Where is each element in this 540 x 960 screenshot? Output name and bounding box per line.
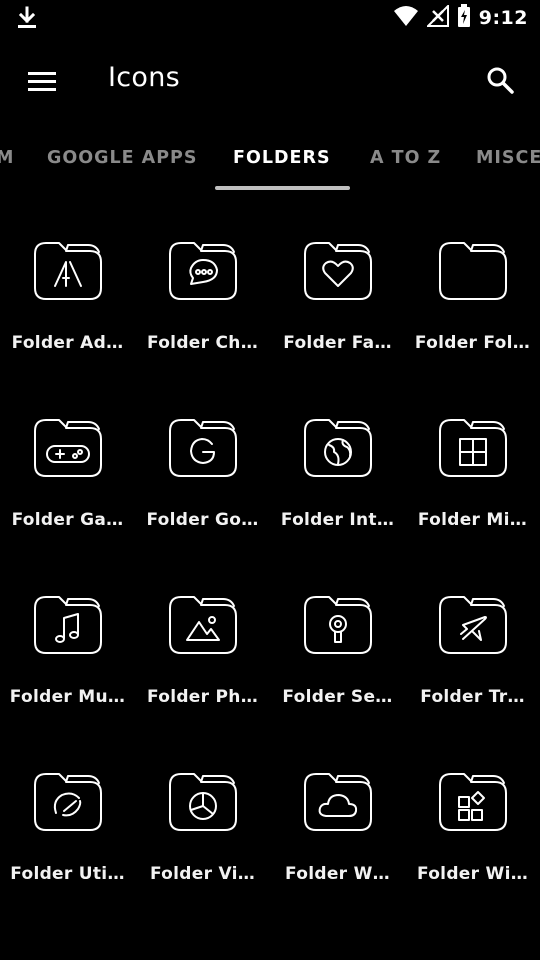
google-icon — [169, 419, 237, 477]
icon-label: Folder Mu… — [9, 687, 126, 707]
status-time: 9:12 — [478, 7, 528, 29]
wifi-icon — [393, 5, 419, 31]
gamepad-icon — [34, 419, 102, 477]
photo-icon — [169, 596, 237, 654]
tab-google-apps[interactable]: GOOGLE APPS — [47, 148, 197, 168]
icon-cell-photos[interactable]: Folder Ph… — [135, 574, 270, 751]
page-title: Icons — [108, 62, 181, 93]
search-button[interactable] — [478, 60, 522, 100]
tab-miscellaneous[interactable]: MISCE — [476, 148, 540, 168]
icon-label: Folder Wi… — [416, 864, 528, 884]
icon-label: Folder Fol… — [414, 333, 531, 353]
icon-cell-music[interactable]: Folder Mu… — [0, 574, 135, 751]
download-icon — [16, 6, 38, 34]
app-bar: Icons — [0, 38, 540, 124]
icon-cell-internet[interactable]: Folder Int… — [270, 397, 405, 574]
video-icon — [169, 773, 237, 831]
menu-button[interactable] — [20, 62, 64, 102]
icon-cell-chat[interactable]: Folder Ch… — [135, 220, 270, 397]
icon-cell-security[interactable]: Folder Se… — [270, 574, 405, 751]
search-icon — [487, 67, 514, 94]
tab-bar: M GOOGLE APPS FOLDERS A TO Z MISCE — [0, 136, 540, 192]
icon-cell-google[interactable]: Folder Go… — [135, 397, 270, 574]
icon-label: Folder Uti… — [10, 864, 125, 884]
icon-label: Folder W… — [285, 864, 390, 884]
icon-label: Folder Int… — [280, 510, 395, 530]
icon-cell-travel[interactable]: Folder Tr… — [405, 574, 540, 751]
icon-cell-utilities[interactable]: Folder Uti… — [0, 751, 135, 928]
cloud-icon — [304, 773, 372, 831]
icon-label: Folder Fa… — [283, 333, 392, 353]
tab-folders[interactable]: FOLDERS — [233, 148, 331, 168]
icon-label: Folder Ga… — [11, 510, 124, 530]
icon-cell-microsoft[interactable]: Folder Mi… — [405, 397, 540, 574]
status-bar: 9:12 — [0, 0, 540, 38]
battery-icon — [457, 4, 471, 32]
tab-m[interactable]: M — [0, 148, 14, 168]
icon-cell-video[interactable]: Folder Vi… — [135, 751, 270, 928]
microsoft-icon — [439, 419, 507, 477]
keyhole-icon — [304, 596, 372, 654]
tab-indicator — [215, 186, 350, 190]
gauge-icon — [34, 773, 102, 831]
icon-label: Folder Se… — [282, 687, 393, 707]
icon-cell-widgets[interactable]: Folder Wi… — [405, 751, 540, 928]
icon-cell-favorites[interactable]: Folder Fa… — [270, 220, 405, 397]
icon-label: Folder Mi… — [417, 510, 528, 530]
globe-icon — [304, 419, 372, 477]
icon-cell-games[interactable]: Folder Ga… — [0, 397, 135, 574]
airplane-icon — [439, 596, 507, 654]
music-icon — [34, 596, 102, 654]
widgets-icon — [439, 773, 507, 831]
adobe-icon — [34, 242, 102, 300]
tab-a-to-z[interactable]: A TO Z — [370, 148, 441, 168]
icon-label: Folder Vi… — [149, 864, 256, 884]
chat-icon — [169, 242, 237, 300]
icon-cell-adobe[interactable]: Folder Ad… — [0, 220, 135, 397]
icon-label: Folder Ad… — [11, 333, 124, 353]
hamburger-icon — [28, 72, 56, 91]
folder-icon — [439, 242, 507, 300]
icon-cell-folder[interactable]: Folder Fol… — [405, 220, 540, 397]
icon-label: Folder Ch… — [146, 333, 258, 353]
icon-label: Folder Tr… — [420, 687, 525, 707]
icon-cell-weather[interactable]: Folder W… — [270, 751, 405, 928]
heart-icon — [304, 242, 372, 300]
icon-label: Folder Ph… — [147, 687, 258, 707]
icon-label: Folder Go… — [146, 510, 259, 530]
no-sim-icon — [425, 3, 449, 31]
